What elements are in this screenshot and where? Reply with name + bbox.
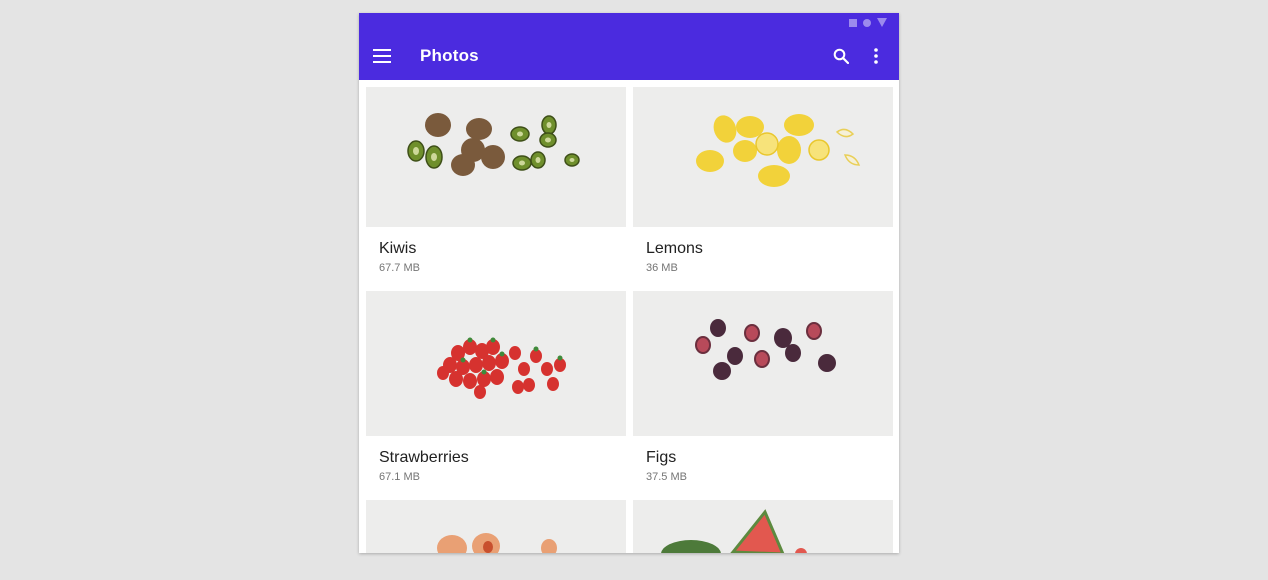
kiwis-photo bbox=[366, 87, 626, 227]
image-grid-list: Kiwis 67.7 MB Lemons 36 MB Strawberries … bbox=[359, 80, 899, 553]
search-button[interactable] bbox=[829, 44, 853, 68]
grid-item-title: Kiwis bbox=[379, 240, 417, 257]
app-window: Photos Kiwis 67.7 MB Lemons 36 MB Strawb… bbox=[359, 13, 899, 553]
watermelon-photo bbox=[633, 500, 893, 553]
square-icon bbox=[849, 18, 857, 27]
strawberries-photo bbox=[366, 291, 626, 436]
grid-item-lemons[interactable]: Lemons 36 MB bbox=[633, 87, 893, 277]
menu-button[interactable] bbox=[370, 44, 394, 68]
grid-item-watermelon[interactable] bbox=[633, 500, 893, 553]
more-vert-icon bbox=[874, 48, 878, 64]
grid-item-size: 67.1 MB bbox=[379, 471, 420, 483]
lemons-photo bbox=[633, 87, 893, 227]
page-title: Photos bbox=[420, 46, 479, 65]
search-icon bbox=[833, 48, 849, 64]
more-options-button[interactable] bbox=[864, 44, 888, 68]
figs-photo bbox=[633, 291, 893, 436]
grid-item-peaches[interactable] bbox=[366, 500, 626, 553]
grid-item-size: 36 MB bbox=[646, 262, 678, 274]
grid-item-kiwis[interactable]: Kiwis 67.7 MB bbox=[366, 87, 626, 277]
menu-icon bbox=[373, 49, 391, 63]
grid-item-size: 37.5 MB bbox=[646, 471, 687, 483]
grid-item-strawberries[interactable]: Strawberries 67.1 MB bbox=[366, 291, 626, 483]
status-bar bbox=[849, 18, 887, 27]
grid-item-title: Lemons bbox=[646, 240, 703, 257]
grid-item-figs[interactable]: Figs 37.5 MB bbox=[633, 291, 893, 483]
grid-item-title: Figs bbox=[646, 449, 677, 466]
signal-triangle-icon bbox=[877, 18, 887, 27]
grid-item-size: 67.7 MB bbox=[379, 262, 420, 274]
circle-icon bbox=[863, 18, 871, 27]
top-app-bar: Photos bbox=[359, 13, 899, 80]
grid-item-title: Strawberries bbox=[379, 449, 469, 466]
peaches-photo bbox=[366, 500, 626, 553]
